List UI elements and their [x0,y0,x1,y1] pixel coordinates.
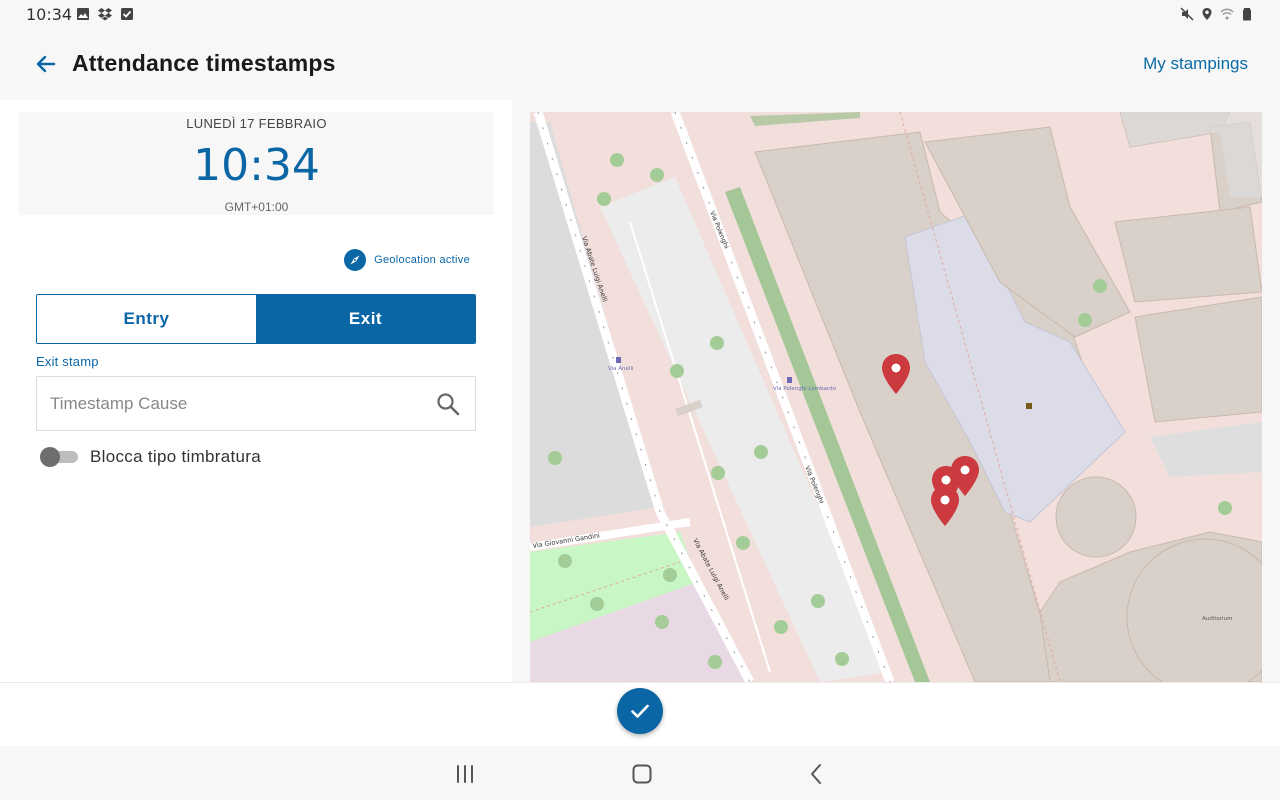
exit-button[interactable]: Exit [256,295,475,343]
map-area-parking [530,122,660,527]
map-building-right2 [1134,296,1262,423]
geolocation-status: Geolocation active [344,249,470,271]
clock-time: 10:34 [193,140,320,191]
wifi-icon [1220,8,1234,20]
map-building-round [1055,476,1137,558]
checkmark-icon [631,704,649,718]
dropbox-icon [98,8,112,21]
map-label-polenghi: Via Polenghi [708,210,730,250]
map-label-stop-anelli: Via Anelli [608,366,634,372]
map-area-ne-gray [1120,112,1262,197]
stamp-type-selector: Entry Exit [36,294,476,344]
back-arrow-icon[interactable] [30,48,62,80]
checkbox-icon [121,8,133,20]
lock-stamp-type-toggle[interactable] [40,447,78,467]
recent-apps-icon[interactable] [451,760,479,788]
clock-date: LUNEDÌ 17 FEBBRAIO [186,116,327,131]
clock-card: LUNEDÌ 17 FEBBRAIO 10:34 GMT+01:00 [19,112,494,215]
map-area-right-gray [1150,422,1262,477]
clock-timezone: GMT+01:00 [224,200,289,214]
bus-stop-icon [787,377,792,383]
compass-icon [344,249,367,271]
mute-icon [1180,7,1194,21]
gallery-icon [77,8,89,20]
my-stampings-link[interactable]: My stampings [1143,54,1248,74]
map-area-greenstrip-top [750,112,860,126]
cause-field-caption: Exit stamp [36,354,99,369]
location-map[interactable]: Via Abate Luigi Anelli Via Polenghi Via … [530,112,1262,682]
entry-button[interactable]: Entry [37,295,256,343]
map-canvas: Via Abate Luigi Anelli Via Polenghi Via … [530,112,1262,682]
page-title: Attendance timestamps [72,50,336,76]
confirm-stamp-button[interactable] [617,688,663,734]
stamp-form-panel: LUNEDÌ 17 FEBBRAIO 10:34 GMT+01:00 Geolo… [0,100,512,682]
status-icons-left [76,7,134,21]
home-icon[interactable] [628,760,656,788]
lock-stamp-type-label: Blocca tipo timbratura [90,447,262,466]
geolocation-label: Geolocation active [374,254,470,266]
search-icon[interactable] [435,391,461,417]
map-label-auditorium: Auditorium [1202,616,1232,622]
status-bar: 10:34 [0,0,1280,28]
app-bar: Attendance timestamps My stampings [0,28,1280,100]
bus-stop-icon [616,357,621,363]
location-icon [1202,8,1212,20]
system-nav-bar [0,746,1280,800]
timestamp-cause-input[interactable] [50,377,420,430]
timestamp-cause-field[interactable] [36,376,476,431]
map-label-stop-polenghi: Via Polenghi Lombardo [773,386,837,392]
lock-stamp-type-row: Blocca tipo timbratura [40,447,261,467]
poi-icon [1026,403,1032,409]
status-icons-right [1180,7,1254,21]
map-building-right1 [1114,206,1262,303]
nav-back-icon[interactable] [803,760,831,788]
status-time: 10:34 [26,5,73,24]
battery-icon [1243,8,1251,21]
toggle-thumb [40,447,60,467]
